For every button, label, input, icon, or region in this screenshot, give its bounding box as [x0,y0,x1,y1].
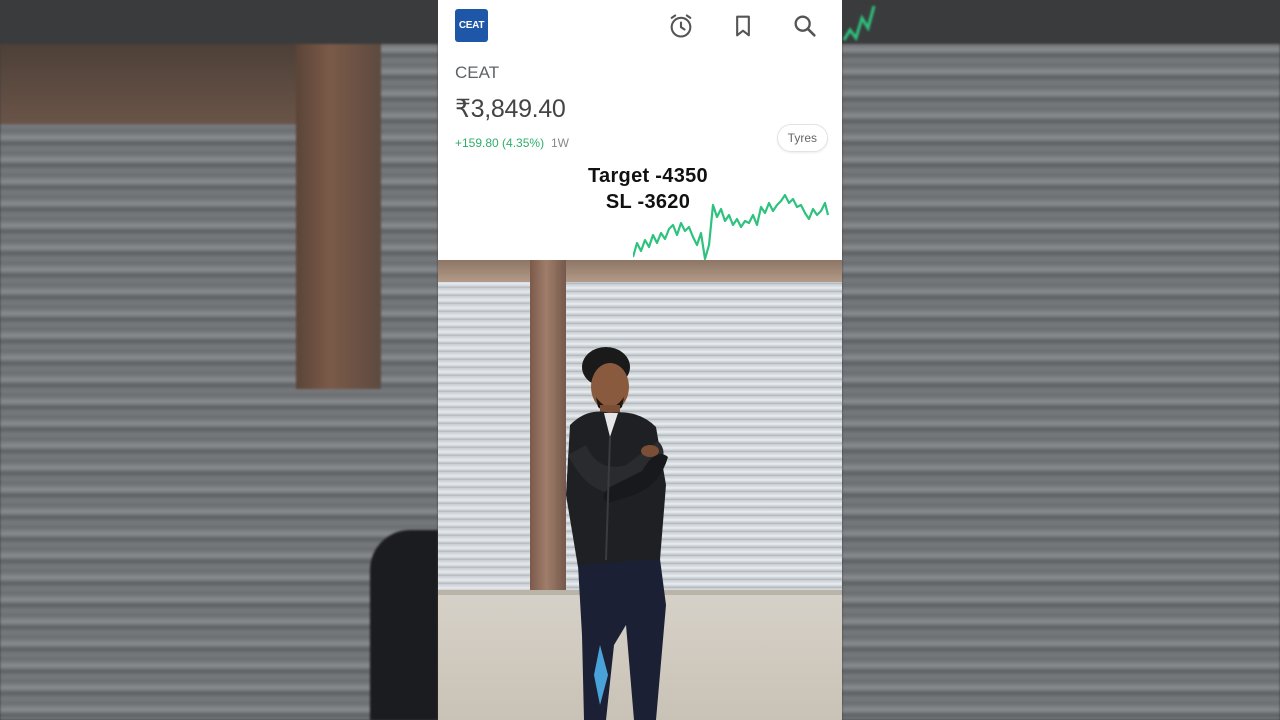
background-person-shadow [370,530,438,720]
price-change: +159.80 (4.35%) [455,136,545,150]
stock-name: CEAT [455,63,500,82]
sector-chip[interactable]: Tyres [776,124,828,152]
video-frame: CEAT CEAT ₹3,849.40 +159.80 (4.35%) 1W T… [438,0,842,720]
video-photo [438,260,842,720]
background-pillar [296,44,381,389]
ceat-logo: CEAT [455,9,488,42]
price-sparkline [633,193,830,260]
stock-price: ₹3,849.40 [455,95,566,123]
stock-card[interactable]: CEAT CEAT ₹3,849.40 +159.80 (4.35%) 1W T… [438,0,842,260]
bookmark-icon[interactable] [729,12,757,40]
search-icon[interactable] [791,12,819,40]
man-standing [566,347,668,720]
time-period[interactable]: 1W [551,136,569,150]
background-sparkline-tip [842,5,876,42]
background-right [842,0,1280,720]
rusty-beam [438,260,842,282]
background-beam [0,44,330,124]
background-top-band [0,0,438,44]
alarm-icon[interactable] [667,12,695,40]
background-left [0,0,438,720]
background-top-band [842,0,1280,44]
